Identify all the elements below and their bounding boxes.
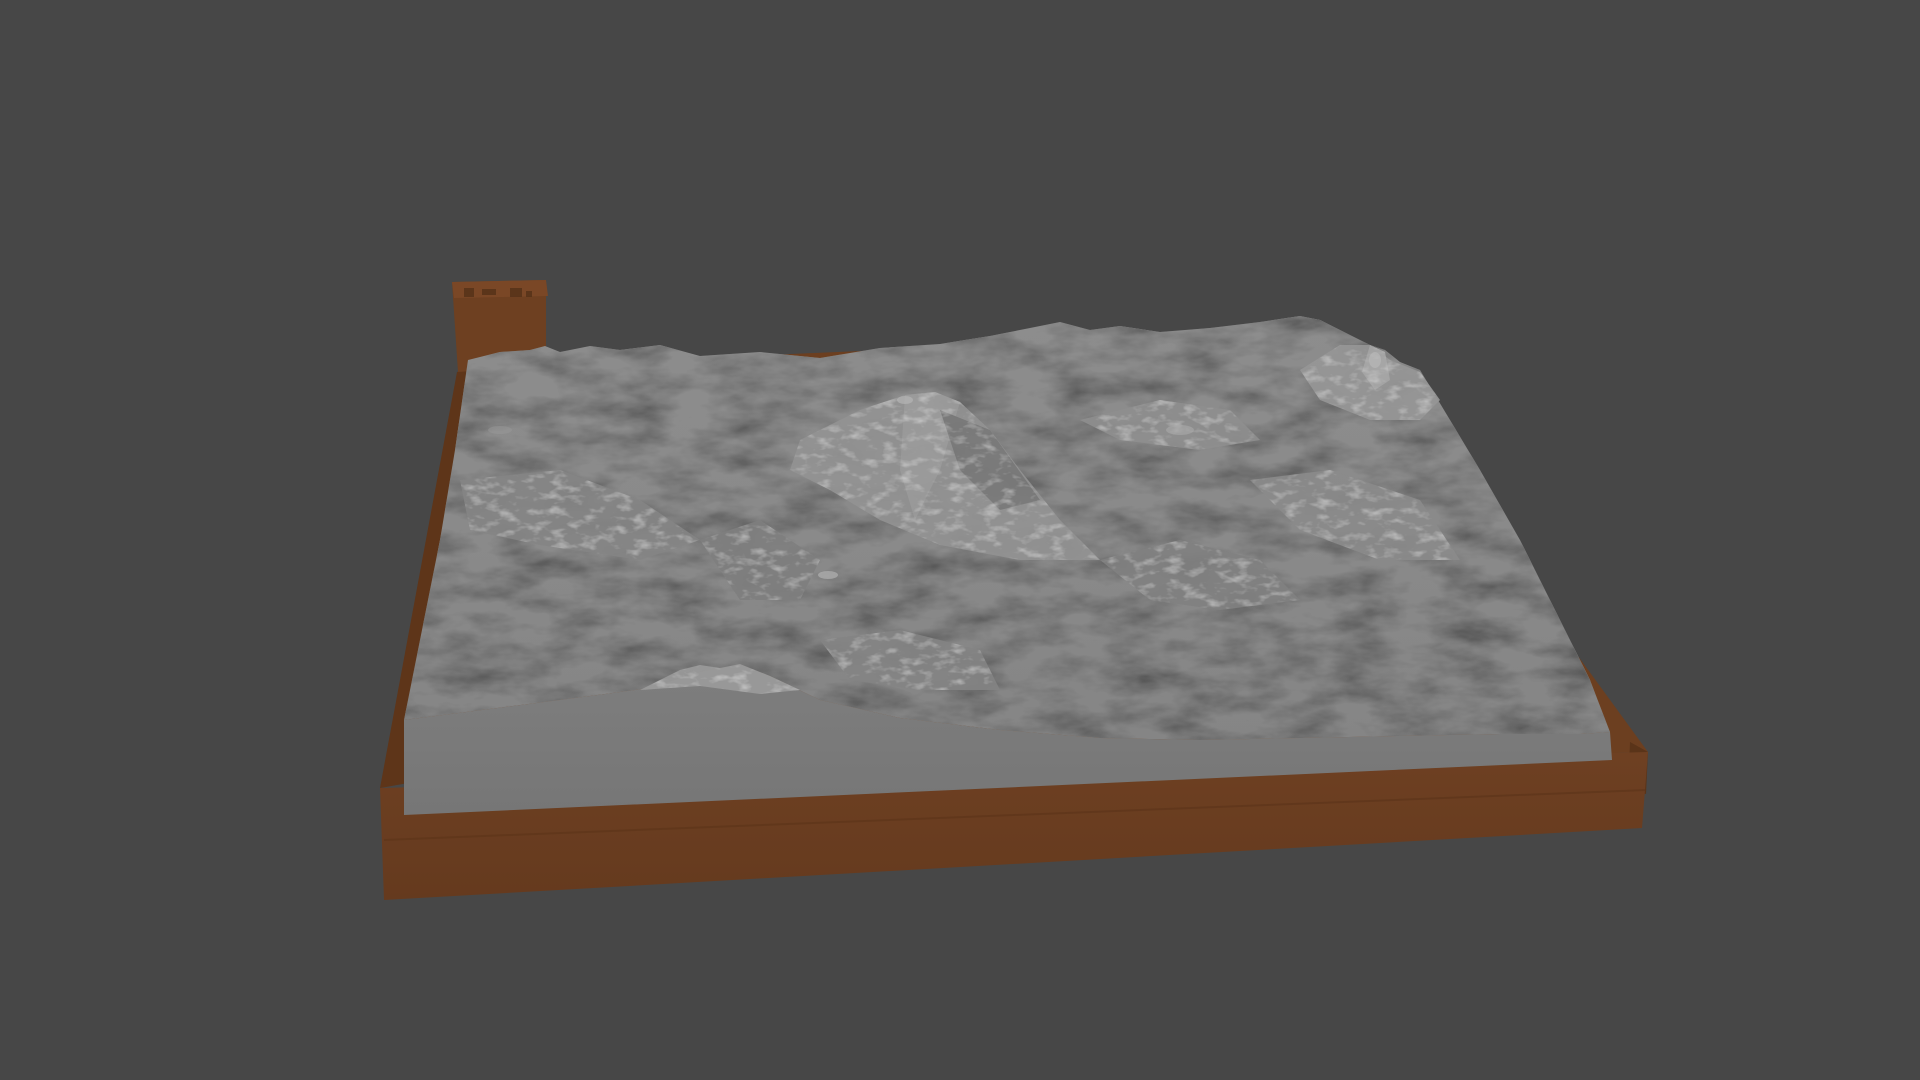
scene-render — [380, 280, 1648, 900]
terrain-relief-model — [404, 316, 1612, 815]
3d-viewport[interactable] — [0, 0, 1920, 1080]
